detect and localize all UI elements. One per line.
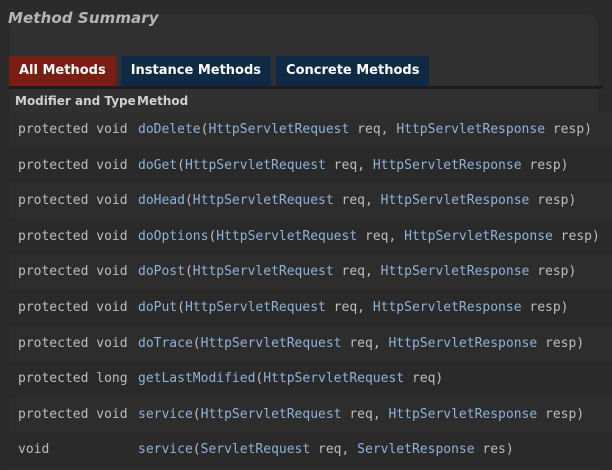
method-signature: service(ServletRequest req, ServletRespo… [138,442,514,458]
method-row: protected void doPost(HttpServletRequest … [9,254,612,293]
method-name-link[interactable]: doTrace [138,336,193,351]
param-name: resp) [545,122,592,137]
method-row: protected void doDelete(HttpServletReques… [9,112,612,148]
method-table: protected void doDelete(HttpServletReques… [9,112,612,468]
method-signature: doOptions(HttpServletRequest req, HttpSe… [138,228,600,244]
param-name: req, [325,299,373,315]
method-row: void service(ServletRequest req, ServletR… [9,432,612,468]
param-name: req, [310,442,358,458]
param-name: req) [404,371,444,387]
param-name: resp) [521,299,569,315]
param-type-link[interactable]: HttpServletResponse [404,229,553,244]
modifier-type: protected void [18,122,128,137]
param-type-link[interactable]: HttpServletRequest [201,407,342,422]
param-type-link[interactable]: HttpServletRequest [263,371,404,386]
modifier-type: protected void [18,193,128,209]
column-header-method: Method [137,94,189,108]
param-type-link[interactable]: HttpServletRequest [193,193,334,208]
method-name-link[interactable]: doGet [138,158,177,173]
modifier-type: protected long [18,371,128,387]
method-name-link[interactable]: doPut [138,300,177,315]
method-signature: doPost(HttpServletRequest req, HttpServl… [138,264,577,280]
param-name: resp) [537,335,585,351]
method-row: protected void doOptions(HttpServletReque… [9,218,612,255]
method-name-link[interactable]: doDelete [138,122,201,137]
method-signature: doDelete(HttpServletRequest req, HttpSer… [138,122,592,137]
param-type-link[interactable]: HttpServletRequest [193,264,334,279]
method-row: protected void doTrace(HttpServletRequest… [9,325,612,362]
param-type-link[interactable]: HttpServletResponse [396,122,545,137]
modifier-type: protected void [18,335,128,351]
param-name: res) [474,442,514,458]
method-signature: doPut(HttpServletRequest req, HttpServle… [138,299,569,315]
method-summary-frame: Method Summary All Methods Instance Meth… [0,0,612,470]
param-type-link[interactable]: HttpServletResponse [381,264,530,279]
param-type-link[interactable]: HttpServletRequest [185,300,326,315]
param-name: req, [357,228,405,244]
param-type-link[interactable]: HttpServletRequest [185,158,326,173]
modifier-type: void [18,442,50,458]
param-type-link[interactable]: HttpServletResponse [388,407,537,422]
tab-instance-methods[interactable]: Instance Methods [120,56,272,86]
section-title: Method Summary [8,9,159,27]
tab-all-methods[interactable]: All Methods [9,56,116,86]
param-type-link[interactable]: HttpServletResponse [388,336,537,351]
param-name: resp) [529,264,577,280]
param-type-link[interactable]: HttpServletResponse [381,193,530,208]
method-row: protected void doHead(HttpServletRequest … [9,183,612,219]
method-filter-tabs: All Methods Instance Methods Concrete Me… [9,56,434,86]
method-signature: doTrace(HttpServletRequest req, HttpServ… [138,335,585,351]
method-signature: getLastModified(HttpServletRequest req) [138,371,444,387]
column-header-modifier: Modifier and Type [15,94,136,108]
modifier-type: protected void [18,157,128,173]
modifier-type: protected void [18,264,128,280]
method-signature: doHead(HttpServletRequest req, HttpServl… [138,193,577,209]
param-type-link[interactable]: HttpServletRequest [208,122,349,137]
modifier-type: protected void [18,299,128,315]
param-name: req, [341,335,389,351]
param-name: resp) [537,406,585,422]
modifier-type: protected void [18,228,128,244]
modifier-type: protected void [18,406,128,422]
param-name: req, [333,193,381,209]
param-name: resp) [552,228,600,244]
method-name-link[interactable]: service [138,442,193,457]
param-type-link[interactable]: ServletRequest [201,442,311,457]
param-name: req, [341,406,389,422]
tab-concrete-methods[interactable]: Concrete Methods [276,56,430,86]
method-name-link[interactable]: service [138,407,193,422]
method-name-link[interactable]: doPost [138,264,185,279]
method-row: protected void doGet(HttpServletRequest r… [9,147,612,187]
column-headers: Modifier and TypeMethod [15,94,188,108]
param-type-link[interactable]: HttpServletResponse [373,300,522,315]
method-name-link[interactable]: getLastModified [138,371,255,386]
param-name: resp) [529,193,577,209]
method-row: protected void doPut(HttpServletRequest r… [9,289,612,326]
param-name: req, [349,122,397,137]
tab-divider [9,86,603,89]
param-name: req, [333,264,381,280]
param-type-link[interactable]: HttpServletRequest [216,229,357,244]
param-type-link[interactable]: HttpServletRequest [201,336,342,351]
method-name-link[interactable]: doOptions [138,229,208,244]
param-type-link[interactable]: HttpServletResponse [373,158,522,173]
param-type-link[interactable]: ServletResponse [357,442,474,457]
method-signature: doGet(HttpServletRequest req, HttpServle… [138,157,569,173]
method-row: protected void service(HttpServletRequest… [9,396,612,433]
param-name: resp) [521,157,569,173]
method-row: protected long getLastModified(HttpServle… [9,361,612,397]
method-name-link[interactable]: doHead [138,193,185,208]
param-name: req, [325,157,373,173]
method-signature: service(HttpServletRequest req, HttpServ… [138,406,585,422]
